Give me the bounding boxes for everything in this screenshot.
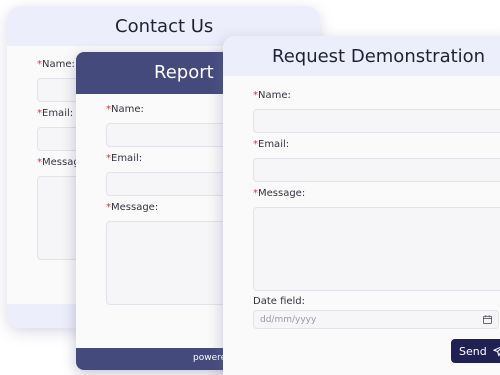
send-button-label: Send <box>459 344 487 358</box>
request-date-label: Date field: <box>253 296 306 307</box>
request-message-label: *Message: <box>253 188 305 199</box>
report-name-label-text: Name: <box>111 104 144 115</box>
report-title: Report <box>154 62 214 83</box>
contact-email-label-text: Email: <box>42 108 74 119</box>
report-message-label-text: Message: <box>111 202 159 213</box>
report-footer: powere <box>76 348 236 370</box>
report-message-label: *Message: <box>106 202 158 213</box>
request-name-label-text: Name: <box>258 90 291 101</box>
request-name-input[interactable] <box>253 109 500 133</box>
request-demonstration-title: Request Demonstration <box>272 46 486 67</box>
request-message-label-text: Message: <box>258 188 306 199</box>
report-message-textarea[interactable] <box>106 221 236 305</box>
request-message-textarea[interactable] <box>253 207 500 291</box>
paper-plane-icon <box>492 346 500 357</box>
report-name-input[interactable] <box>106 123 236 147</box>
report-header: Report <box>76 52 236 94</box>
calendar-icon[interactable] <box>483 315 492 324</box>
contact-name-label-text: Name: <box>42 59 75 70</box>
request-email-input[interactable] <box>253 158 500 182</box>
powered-by-text: powere <box>193 353 227 363</box>
contact-email-label: *Email: <box>37 108 73 119</box>
request-demonstration-header: Request Demonstration <box>223 36 500 76</box>
contact-us-title: Contact Us <box>115 16 214 37</box>
report-email-input[interactable] <box>106 172 236 196</box>
request-email-label-text: Email: <box>258 139 290 150</box>
report-email-label-text: Email: <box>111 153 143 164</box>
date-placeholder: dd/mm/yyyy <box>260 314 317 325</box>
report-name-label: *Name: <box>106 104 144 115</box>
report-form-card: Report *Name: *Email: *Message: powere <box>76 52 236 370</box>
request-name-label: *Name: <box>253 90 291 101</box>
report-email-label: *Email: <box>106 153 142 164</box>
request-date-input[interactable]: dd/mm/yyyy <box>253 310 499 329</box>
send-button[interactable]: Send <box>451 339 500 363</box>
request-demonstration-form-card: Request Demonstration *Name: *Email: *Me… <box>223 36 500 375</box>
stage: Contact Us *Name: *Email: *Message Repor… <box>0 0 500 375</box>
request-email-label: *Email: <box>253 139 289 150</box>
contact-name-label: *Name: <box>37 59 75 70</box>
